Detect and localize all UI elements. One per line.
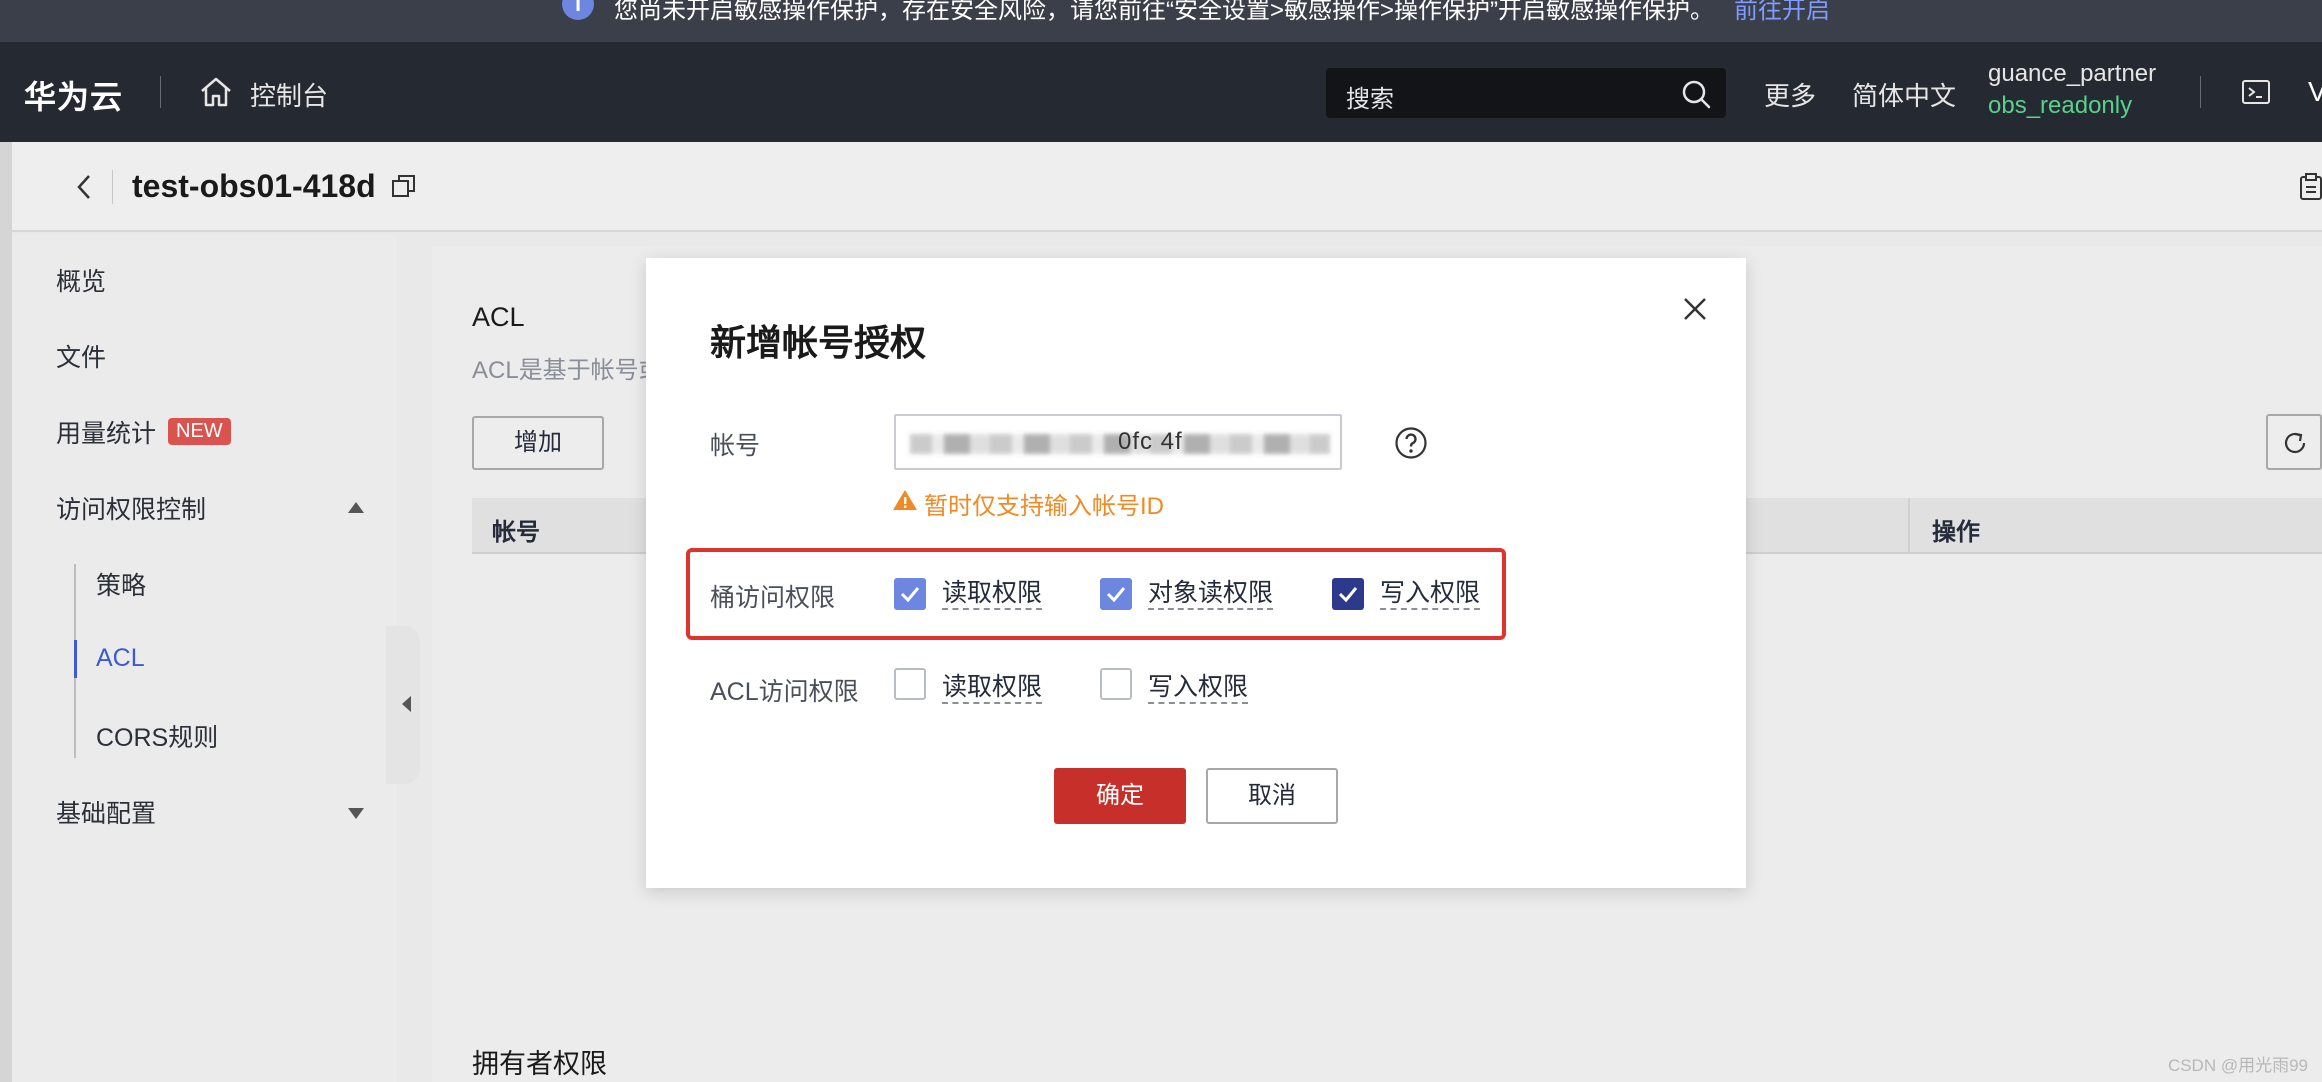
bucket-write-label[interactable]: 写入权限 [1380,578,1481,610]
nav-divider [2200,76,2201,108]
acl-write-checkbox[interactable] [1100,668,1132,700]
submenu-active-indicator [74,640,77,678]
notice-message: 您尚未开启敏感操作保护，存在安全风险，请您前往“安全设置>敏感操作>操作保护”开… [614,0,1715,24]
column-header-account: 帐号 [492,519,540,546]
sidebar-item-access-control[interactable]: 访问权限控制 [56,490,206,526]
console-link[interactable]: 控制台 [250,76,328,113]
page-left-strip [0,142,12,1082]
acl-section-title: ACL [472,302,525,332]
bucket-read-checkbox[interactable] [894,578,926,610]
collapse-triangle-icon[interactable] [348,502,364,513]
sidebar-item-policy[interactable]: 策略 [96,566,146,602]
sidebar-item-basic-config[interactable]: 基础配置 [56,794,156,830]
close-icon[interactable] [1680,294,1710,324]
column-separator [1908,498,1910,554]
owner-permission-title: 拥有者权限 [472,1049,607,1079]
overflow-nav-item[interactable]: V [2308,76,2322,108]
bucket-object-read-label[interactable]: 对象读权限 [1148,578,1274,610]
terminal-icon[interactable] [2240,76,2272,108]
add-account-authorization-dialog: 新增帐号授权 帐号 0fc 4f 暂时仅支持输入帐号ID 桶访问权限 读取权限 … [646,258,1746,888]
add-acl-button[interactable]: 增加 [472,416,604,470]
security-notice-bar: i 您尚未开启敏感操作保护，存在安全风险，请您前往“安全设置>敏感操作>操作保护… [0,0,2322,42]
caret-left-icon [402,696,411,712]
expand-triangle-icon[interactable] [348,808,364,819]
title-divider [112,170,113,204]
cancel-button[interactable]: 取消 [1206,768,1338,824]
search-icon[interactable] [1680,78,1712,110]
acl-access-label: ACL访问权限 [710,678,859,706]
confirm-button[interactable]: 确定 [1054,768,1186,824]
sidebar-item-cors[interactable]: CORS规则 [96,718,218,754]
bucket-access-label: 桶访问权限 [710,584,836,612]
top-navigation: 华为云 控制台 搜索 更多 简体中文 guance_partner obs_re… [0,42,2322,142]
sidebar-item-usage[interactable]: 用量统计 [56,414,156,450]
dialog-title: 新增帐号授权 [710,322,927,363]
user-name[interactable]: guance_partner [1988,60,2156,88]
bucket-title: test-obs01-418d [132,168,376,204]
acl-write-label[interactable]: 写入权限 [1148,672,1249,704]
account-id-value: 0fc 4f [1118,428,1183,455]
language-switch[interactable]: 简体中文 [1852,76,1956,113]
copy-icon[interactable] [390,172,418,200]
watermark: CSDN @用光雨99 [2167,1056,2308,1075]
sidebar-item-acl[interactable]: ACL [96,644,145,673]
enable-protection-link[interactable]: 前往开启 [1734,0,1830,25]
bucket-sidebar: 概览 文件 用量统计 NEW 访问权限控制 策略 ACL CORS规则 基础配置 [12,234,396,1082]
help-icon[interactable] [1394,426,1428,460]
warning-text: 暂时仅支持输入帐号ID [924,493,1164,520]
home-icon[interactable] [198,74,234,110]
search-placeholder: 搜索 [1346,86,1394,113]
refresh-icon [2284,432,2306,454]
acl-read-checkbox[interactable] [894,668,926,700]
clipboard-icon[interactable] [2298,172,2322,202]
user-role[interactable]: obs_readonly [1988,92,2132,120]
huawei-cloud-logo[interactable]: 华为云 [24,72,123,118]
warning-icon [893,490,917,510]
account-label: 帐号 [710,432,761,460]
refresh-button[interactable] [2266,414,2322,470]
sidebar-item-files[interactable]: 文件 [56,338,106,374]
sidebar-collapse-handle[interactable] [386,626,420,784]
bucket-write-checkbox[interactable] [1332,578,1364,610]
bucket-title-bar: test-obs01-418d [12,142,2322,232]
back-arrow-icon[interactable] [72,172,96,202]
bucket-read-label[interactable]: 读取权限 [942,578,1043,610]
acl-read-label[interactable]: 读取权限 [942,672,1043,704]
new-badge: NEW [168,418,231,445]
column-header-operations: 操作 [1932,519,1980,546]
account-id-input[interactable]: 0fc 4f [894,414,1342,470]
acl-description: ACL是基于帐号或 [472,357,663,384]
bucket-object-read-checkbox[interactable] [1100,578,1132,610]
info-icon: i [562,0,594,20]
more-menu[interactable]: 更多 [1764,76,1816,113]
sidebar-item-overview[interactable]: 概览 [56,262,106,298]
nav-divider [160,76,161,108]
global-search-input[interactable]: 搜索 [1326,68,1726,118]
